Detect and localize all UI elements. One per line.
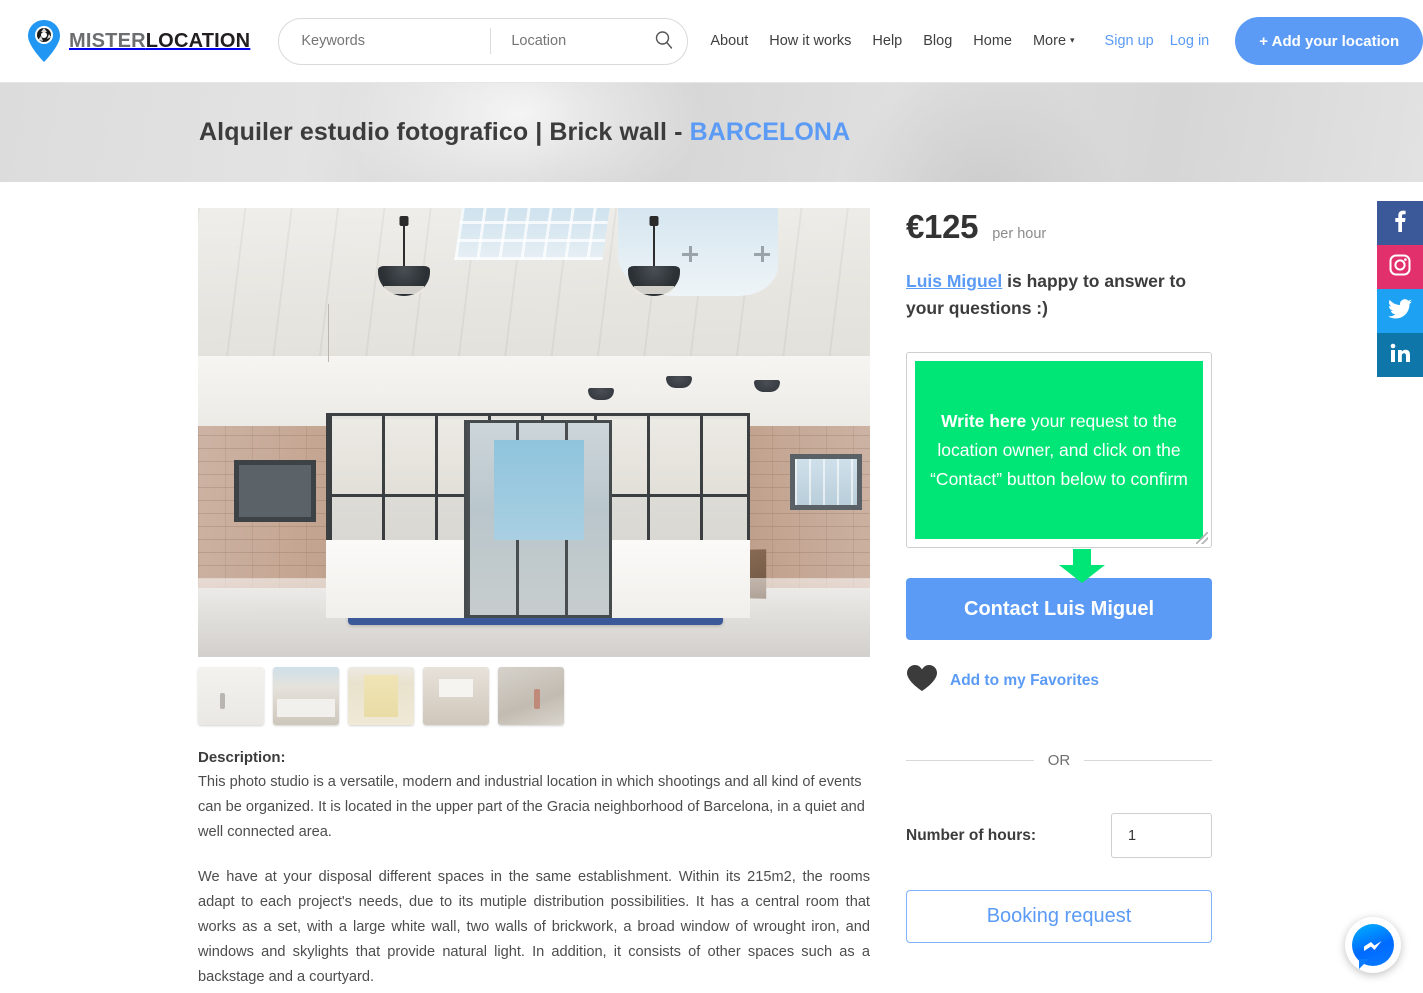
request-message-bold-lead: Write here — [940, 410, 1027, 431]
pendant-lamp-left — [378, 216, 430, 302]
page-title: Alquiler estudio fotografico | Brick wal… — [199, 118, 850, 147]
booking-sidebar: €125 per hour Luis Miguel is happy to an… — [906, 208, 1212, 943]
nav-link-more[interactable]: More ▾ — [1033, 33, 1075, 49]
heart-icon — [906, 664, 938, 697]
chevron-down-icon: ▾ — [1070, 35, 1075, 45]
keywords-input[interactable] — [279, 18, 491, 64]
sign-up-link[interactable]: Sign up — [1105, 33, 1154, 49]
ceiling-vent-left — [682, 246, 698, 262]
page-title-city: BARCELONA — [689, 118, 851, 146]
pendant-lamp-right — [628, 216, 680, 302]
page-title-main: Alquiler estudio fotografico | Brick wal… — [199, 118, 690, 146]
studio-photo — [198, 208, 870, 657]
instagram-icon — [1389, 254, 1411, 281]
nav-link-help[interactable]: Help — [872, 33, 902, 49]
number-of-hours-row: Number of hours: — [906, 813, 1212, 858]
search-icon — [654, 30, 674, 53]
logo-word-location: LOCATION — [145, 29, 251, 52]
thumbnail-4[interactable] — [423, 667, 489, 725]
price-row: €125 per hour — [906, 208, 1212, 246]
auth-links: Sign up Log in — [1105, 33, 1210, 49]
nav-link-home[interactable]: Home — [973, 33, 1012, 49]
nav-link-more-label: More — [1032, 33, 1067, 49]
messenger-chat-button[interactable] — [1345, 917, 1401, 973]
hero-image[interactable]: f Sign in and unlock all images — [198, 208, 870, 657]
thumbnail-2[interactable] — [273, 667, 339, 725]
ceiling-vent-right — [754, 246, 770, 262]
location-input[interactable] — [491, 18, 642, 64]
nav-link-how-it-works[interactable]: How it works — [769, 33, 851, 49]
twitter-icon — [1388, 298, 1412, 324]
number-of-hours-label: Number of hours: — [906, 826, 1037, 844]
textarea-resize-handle[interactable] — [1196, 532, 1208, 544]
thumbnail-5[interactable] — [498, 667, 564, 725]
booking-request-button[interactable]: Booking request — [906, 890, 1212, 943]
share-instagram-button[interactable] — [1377, 245, 1423, 289]
facebook-icon — [1394, 210, 1406, 237]
or-divider: OR — [906, 752, 1212, 769]
map-pin-logo-icon — [26, 19, 62, 63]
page-title-banner: Alquiler estudio fotografico | Brick wal… — [0, 83, 1423, 182]
add-your-location-button[interactable]: + Add your location — [1235, 17, 1423, 65]
window-left — [234, 460, 316, 522]
request-message-textarea[interactable]: Write here your request to the location … — [915, 361, 1203, 539]
doorway-light — [494, 440, 584, 540]
share-linkedin-button[interactable] — [1377, 333, 1423, 377]
hanging-wire — [328, 304, 329, 362]
listing-left-column: f Sign in and unlock all images Descript… — [198, 208, 870, 993]
window-right — [790, 454, 862, 510]
skylight-left — [454, 208, 610, 260]
share-twitter-button[interactable] — [1377, 289, 1423, 333]
page-root: MISTERLOCATION About How it works Help B… — [0, 0, 1423, 993]
top-navigation-bar: MISTERLOCATION About How it works Help B… — [0, 0, 1423, 83]
thumbnail-3[interactable] — [348, 667, 414, 725]
number-of-hours-input[interactable] — [1111, 813, 1212, 858]
description-section: Description: This photo studio is a vers… — [198, 749, 870, 990]
or-label: OR — [1047, 752, 1071, 769]
messenger-icon — [1352, 924, 1394, 966]
nav-link-about[interactable]: About — [710, 33, 748, 49]
share-facebook-button[interactable] — [1377, 201, 1423, 245]
divider-line-left — [906, 760, 1034, 761]
description-heading: Description: — [198, 749, 286, 766]
divider-line-right — [1084, 760, 1212, 761]
add-to-favorites-label: Add to my Favorites — [950, 671, 1099, 689]
price-amount: €125 — [906, 208, 979, 245]
search-bar — [278, 17, 689, 65]
price-unit: per hour — [992, 226, 1047, 242]
primary-nav-links: About How it works Help Blog Home More ▾ — [710, 33, 1074, 49]
nav-link-blog[interactable]: Blog — [923, 33, 952, 49]
owner-message: Luis Miguel is happy to answer to your q… — [906, 268, 1212, 322]
request-message-placeholder: Write here your request to the location … — [925, 407, 1193, 494]
main-content: f Sign in and unlock all images Descript… — [0, 182, 1423, 993]
description-paragraph-2: We have at your disposal different space… — [198, 869, 870, 985]
social-share-rail — [1377, 201, 1423, 377]
search-submit-button[interactable] — [641, 19, 687, 64]
linkedin-icon — [1390, 343, 1410, 368]
owner-name-link[interactable]: Luis Miguel — [906, 271, 1002, 291]
thumbnail-gallery — [198, 667, 870, 725]
description-paragraph-1: This photo studio is a versatile, modern… — [198, 774, 865, 840]
request-message-textarea-wrapper: Write here your request to the location … — [906, 352, 1212, 583]
contact-owner-button[interactable]: Contact Luis Miguel — [906, 578, 1212, 640]
log-in-link[interactable]: Log in — [1170, 33, 1210, 49]
thumbnail-1[interactable] — [198, 667, 264, 725]
site-logo[interactable]: MISTERLOCATION — [26, 19, 250, 63]
add-to-favorites-row[interactable]: Add to my Favorites — [906, 664, 1212, 697]
logo-word-mister: MISTER — [69, 29, 146, 52]
logo-wordmark: MISTERLOCATION — [69, 30, 250, 53]
